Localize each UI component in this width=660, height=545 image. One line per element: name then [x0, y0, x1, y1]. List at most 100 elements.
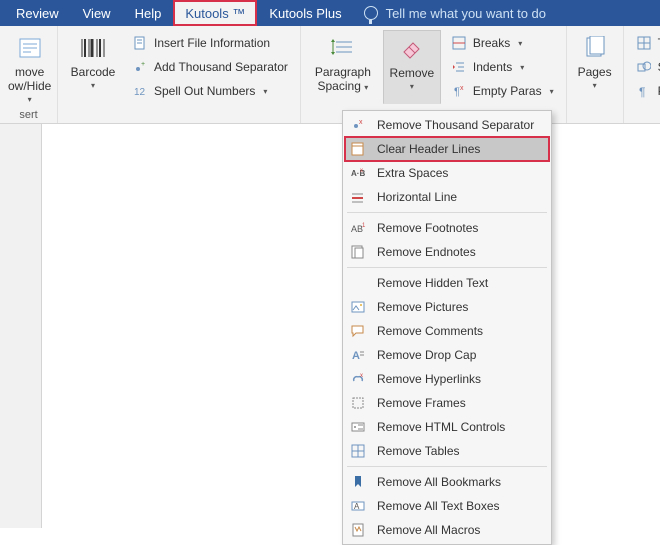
barcode-button[interactable]: Barcode ▾ [64, 30, 122, 104]
frame-icon [349, 394, 367, 412]
footnote-icon: AB1 [349, 219, 367, 237]
tell-me-label: Tell me what you want to do [386, 6, 546, 21]
group-insert: Barcode ▾ Insert File Information + Add … [58, 26, 301, 123]
svg-text:A: A [354, 502, 360, 511]
hyperlink-icon: x [349, 370, 367, 388]
paragraphs-button[interactable]: ¶ Paragraphs▾ [632, 80, 660, 102]
insert-file-info-button[interactable]: Insert File Information [128, 32, 292, 54]
showhide-icon [14, 33, 46, 63]
menu-remove-frames[interactable]: Remove Frames [345, 391, 549, 415]
menu-remove-tables[interactable]: Remove Tables [345, 439, 549, 463]
endnote-icon [349, 243, 367, 261]
tab-view[interactable]: View [71, 0, 123, 26]
group-select: Tables▾ Shapes ¶ Paragraphs▾ Select [624, 26, 660, 123]
svg-text:1: 1 [362, 223, 366, 229]
chevron-down-icon: ▾ [364, 83, 368, 92]
add-thousand-sep-button[interactable]: + Add Thousand Separator [128, 56, 292, 78]
chevron-down-icon: ▾ [28, 93, 32, 107]
pages-icon [579, 33, 611, 63]
breaks-button[interactable]: Breaks▾ [447, 32, 558, 54]
tell-me[interactable]: Tell me what you want to do [364, 0, 546, 26]
svg-text:12: 12 [134, 87, 146, 98]
thousand-add-icon: + [132, 59, 148, 75]
tab-strip: Review View Help Kutools ™ Kutools Plus … [0, 0, 660, 26]
ribbon: moveow/Hide ▾ sert Barcode ▾ Insert File… [0, 26, 660, 124]
menu-horizontal-line[interactable]: Horizontal Line [345, 185, 549, 209]
group-pages: Pages ▾ [567, 26, 624, 123]
extra-spaces-icon: A·Bx [349, 164, 367, 182]
group-paragraph: ParagraphSpacing ▾ Remove ▾ Breaks▾ Inde… [301, 26, 567, 123]
empty-paras-icon: ¶x [451, 83, 467, 99]
header-lines-icon [349, 140, 367, 158]
textbox-icon: A [349, 497, 367, 515]
table-remove-icon [349, 442, 367, 460]
paragraph-icon: ¶ [636, 83, 652, 99]
chevron-down-icon: ▾ [593, 79, 597, 93]
group-label-select: Select [630, 107, 660, 121]
indents-button[interactable]: Indents▾ [447, 56, 558, 78]
thousand-remove-icon: x [349, 116, 367, 134]
paragraph-spacing-button[interactable]: ParagraphSpacing ▾ [307, 30, 379, 104]
menu-remove-thousand[interactable]: x Remove Thousand Separator [345, 113, 549, 137]
menu-remove-dropcap[interactable]: A Remove Drop Cap [345, 343, 549, 367]
spell-out-numbers-button[interactable]: 12 Spell Out Numbers▾ [128, 80, 292, 102]
menu-separator [347, 267, 547, 268]
menu-remove-bookmarks[interactable]: Remove All Bookmarks [345, 470, 549, 494]
shapes-icon [636, 59, 652, 75]
menu-remove-macros[interactable]: Remove All Macros [345, 518, 549, 542]
comment-icon [349, 322, 367, 340]
breaks-icon [451, 35, 467, 51]
svg-text:x: x [360, 373, 363, 379]
html-icon [349, 418, 367, 436]
menu-remove-html-controls[interactable]: Remove HTML Controls [345, 415, 549, 439]
picture-icon [349, 298, 367, 316]
tab-review[interactable]: Review [4, 0, 71, 26]
macro-icon [349, 521, 367, 539]
menu-remove-footnotes[interactable]: AB1 Remove Footnotes [345, 216, 549, 240]
tab-kutools[interactable]: Kutools ™ [173, 0, 257, 26]
group-partial-left: moveow/Hide ▾ sert [0, 26, 58, 123]
empty-paras-button[interactable]: ¶x Empty Paras▾ [447, 80, 558, 102]
tab-help[interactable]: Help [123, 0, 174, 26]
menu-remove-textboxes[interactable]: A Remove All Text Boxes [345, 494, 549, 518]
chevron-down-icon: ▾ [550, 87, 554, 96]
menu-remove-comments[interactable]: Remove Comments [345, 319, 549, 343]
menu-clear-header-lines[interactable]: Clear Header Lines [345, 137, 549, 161]
spellout-icon: 12 [132, 83, 148, 99]
chevron-down-icon: ▾ [91, 79, 95, 93]
chevron-down-icon: ▾ [520, 63, 524, 72]
svg-text:A: A [352, 350, 360, 362]
eraser-icon [396, 34, 428, 64]
svg-text:x: x [460, 85, 464, 92]
chevron-down-icon: ▾ [263, 87, 267, 96]
menu-remove-hidden-text[interactable]: Remove Hidden Text [345, 271, 549, 295]
menu-separator [347, 212, 547, 213]
remove-button[interactable]: Remove ▾ [383, 30, 441, 104]
hidden-text-icon [349, 274, 367, 292]
svg-text:A·B: A·B [351, 169, 365, 178]
table-icon [636, 35, 652, 51]
barcode-icon [77, 33, 109, 63]
show-hide-button[interactable]: moveow/Hide ▾ [6, 30, 53, 107]
tab-kutools-plus[interactable]: Kutools Plus [257, 0, 353, 26]
tables-button[interactable]: Tables▾ [632, 32, 660, 54]
shapes-button[interactable]: Shapes [632, 56, 660, 78]
svg-text:x: x [359, 119, 363, 126]
bulb-icon [364, 6, 378, 20]
pages-button[interactable]: Pages ▾ [573, 30, 617, 93]
svg-text:x: x [360, 168, 363, 174]
navigation-pane[interactable] [0, 124, 42, 528]
bookmark-icon [349, 473, 367, 491]
page-icon [132, 35, 148, 51]
hline-icon [349, 188, 367, 206]
chevron-down-icon: ▾ [518, 39, 522, 48]
menu-extra-spaces[interactable]: A·Bx Extra Spaces [345, 161, 549, 185]
indents-icon [451, 59, 467, 75]
menu-remove-pictures[interactable]: Remove Pictures [345, 295, 549, 319]
menu-remove-endnotes[interactable]: Remove Endnotes [345, 240, 549, 264]
workspace [0, 124, 660, 528]
menu-remove-hyperlinks[interactable]: x Remove Hyperlinks [345, 367, 549, 391]
chevron-down-icon: ▾ [410, 80, 414, 94]
group-label: sert [6, 107, 51, 121]
menu-separator [347, 466, 547, 467]
